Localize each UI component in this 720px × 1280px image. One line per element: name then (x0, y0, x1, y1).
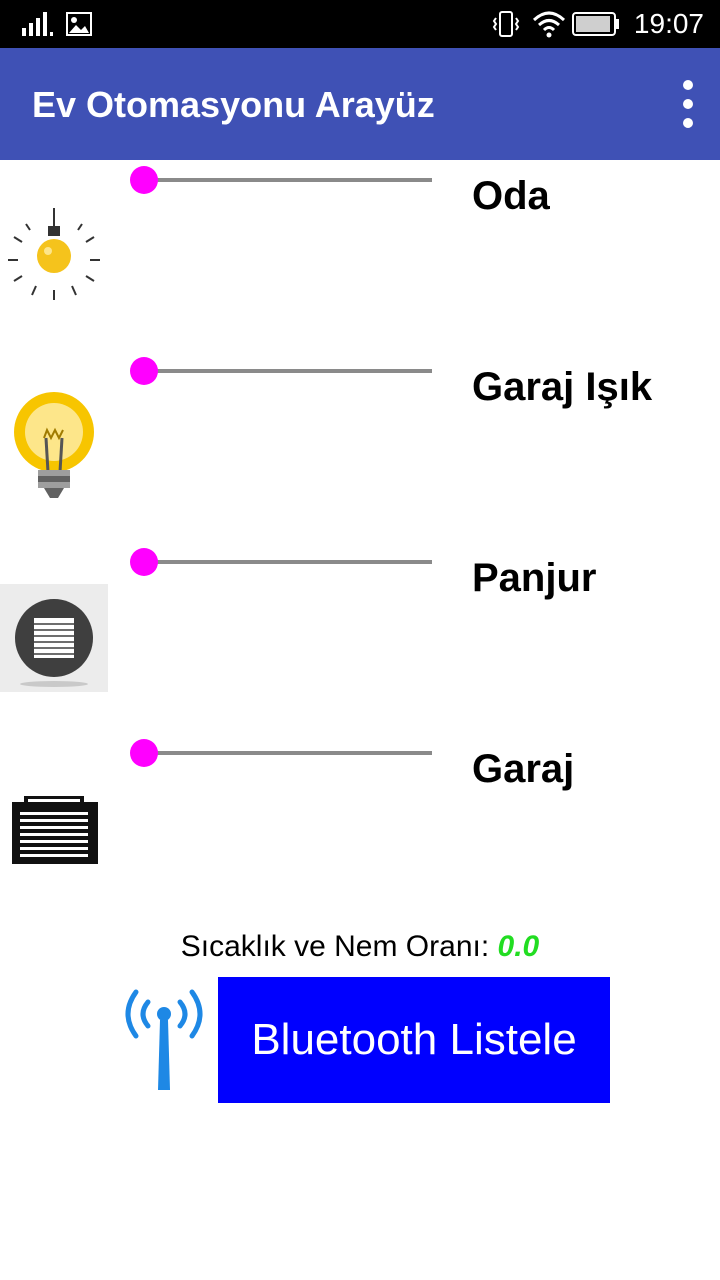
slider-track (144, 560, 432, 564)
app-bar: Ev Otomasyonu Arayüz (0, 48, 720, 160)
battery-icon (572, 12, 619, 36)
label-oda: Oda (472, 174, 550, 218)
slider-thumb[interactable] (130, 166, 158, 194)
blinds-icon (0, 584, 108, 692)
app-title: Ev Otomasyonu Arayüz (32, 84, 435, 125)
image-notification-icon (66, 12, 92, 36)
garage-door-icon (0, 778, 108, 882)
vibrate-icon (492, 11, 520, 37)
oda-slider[interactable] (130, 162, 434, 198)
sensor-readout: Sıcaklık ve Nem Oranı: 0.0 (0, 930, 720, 964)
slider-thumb[interactable] (130, 739, 158, 767)
slider-track (144, 751, 432, 755)
lightbulb-icon (0, 204, 108, 304)
label-panjur: Panjur (472, 556, 597, 600)
slider-thumb[interactable] (130, 548, 158, 576)
status-bar: 19:07 (0, 0, 720, 48)
sensor-label: Sıcaklık ve Nem Oranı: (180, 930, 490, 963)
label-garaj-isik: Garaj Işık (472, 365, 653, 409)
label-garaj: Garaj (472, 747, 575, 791)
panjur-slider[interactable] (130, 544, 434, 580)
sensor-value: 0.0 (497, 930, 540, 963)
overflow-menu-icon[interactable] (676, 78, 700, 130)
status-time: 19:07 (633, 8, 704, 39)
garaj-isik-slider[interactable] (130, 353, 434, 389)
slider-thumb[interactable] (130, 357, 158, 385)
slider-track (144, 369, 432, 373)
bluetooth-list-button[interactable]: Bluetooth Listele (218, 977, 610, 1103)
signal-icon (22, 12, 53, 36)
yellow-bulb-icon (0, 388, 108, 504)
wifi-icon (532, 11, 566, 38)
slider-track (144, 178, 432, 182)
garaj-slider[interactable] (130, 735, 434, 771)
antenna-icon (124, 984, 204, 1096)
